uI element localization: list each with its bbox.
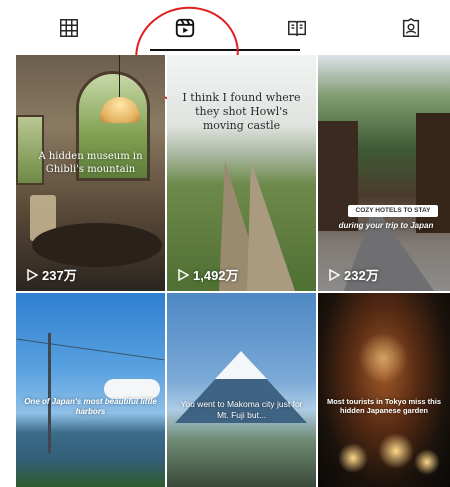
view-count: 232万: [328, 265, 379, 284]
reel-tile[interactable]: One of Japan's most beautiful little har…: [16, 293, 165, 487]
view-count: 1,492万: [177, 265, 239, 284]
thumbnail-wire: [16, 338, 165, 361]
view-count-text: 1,492万: [193, 268, 239, 283]
reel-tile[interactable]: COZY HOTELS TO STAY during your trip to …: [318, 55, 450, 291]
reel-badge: COZY HOTELS TO STAY: [348, 205, 438, 217]
play-icon: [178, 268, 189, 281]
tab-reels[interactable]: [169, 12, 201, 44]
active-tab-indicator: [150, 49, 300, 51]
guides-icon: [288, 20, 306, 37]
reel-caption: You went to Makoma city just for Mt. Fuj…: [180, 399, 303, 420]
view-count-text: 232万: [344, 268, 379, 283]
reel-caption: I think I found where they shot Howl's m…: [182, 91, 301, 132]
play-icon: [329, 268, 340, 281]
reels-icon: [175, 18, 195, 38]
thumbnail-lantern-glow: [414, 449, 440, 475]
thumbnail-lamp-cord: [119, 55, 120, 97]
thumbnail-cloud: [104, 379, 160, 399]
reel-caption: during your trip to Japan: [338, 221, 434, 230]
reel-tile[interactable]: I think I found where they shot Howl's m…: [167, 55, 316, 291]
view-count-text: 237万: [42, 268, 77, 283]
thumbnail-utility-pole: [48, 333, 51, 453]
reels-grid: A hidden museum in Ghibli's mountain 237…: [16, 55, 450, 487]
reel-tile[interactable]: Most tourists in Tokyo miss this hidden …: [318, 293, 450, 487]
thumbnail-lantern-glow: [378, 433, 414, 469]
tab-posts[interactable]: [53, 12, 85, 44]
profile-tab-bar: [0, 0, 450, 52]
reel-tile[interactable]: You went to Makoma city just for Mt. Fuj…: [167, 293, 316, 487]
thumbnail-boardwalk: [247, 161, 295, 291]
grid-icon: [60, 19, 78, 37]
reel-caption: One of Japan's most beautiful little har…: [24, 397, 157, 416]
view-count: 237万: [26, 265, 77, 284]
play-icon: [27, 268, 38, 281]
tab-guides[interactable]: [281, 12, 313, 44]
reel-caption: Most tourists in Tokyo miss this hidden …: [326, 397, 442, 416]
thumbnail-table: [32, 223, 162, 267]
tagged-icon: [402, 17, 420, 37]
tab-tagged[interactable]: [395, 12, 427, 44]
reel-tile[interactable]: A hidden museum in Ghibli's mountain 237…: [16, 55, 165, 291]
thumbnail-snowcap: [215, 351, 267, 379]
reel-caption: A hidden museum in Ghibli's mountain: [38, 151, 143, 175]
thumbnail-lantern-glow: [358, 333, 408, 383]
thumbnail-lantern-glow: [338, 443, 368, 473]
